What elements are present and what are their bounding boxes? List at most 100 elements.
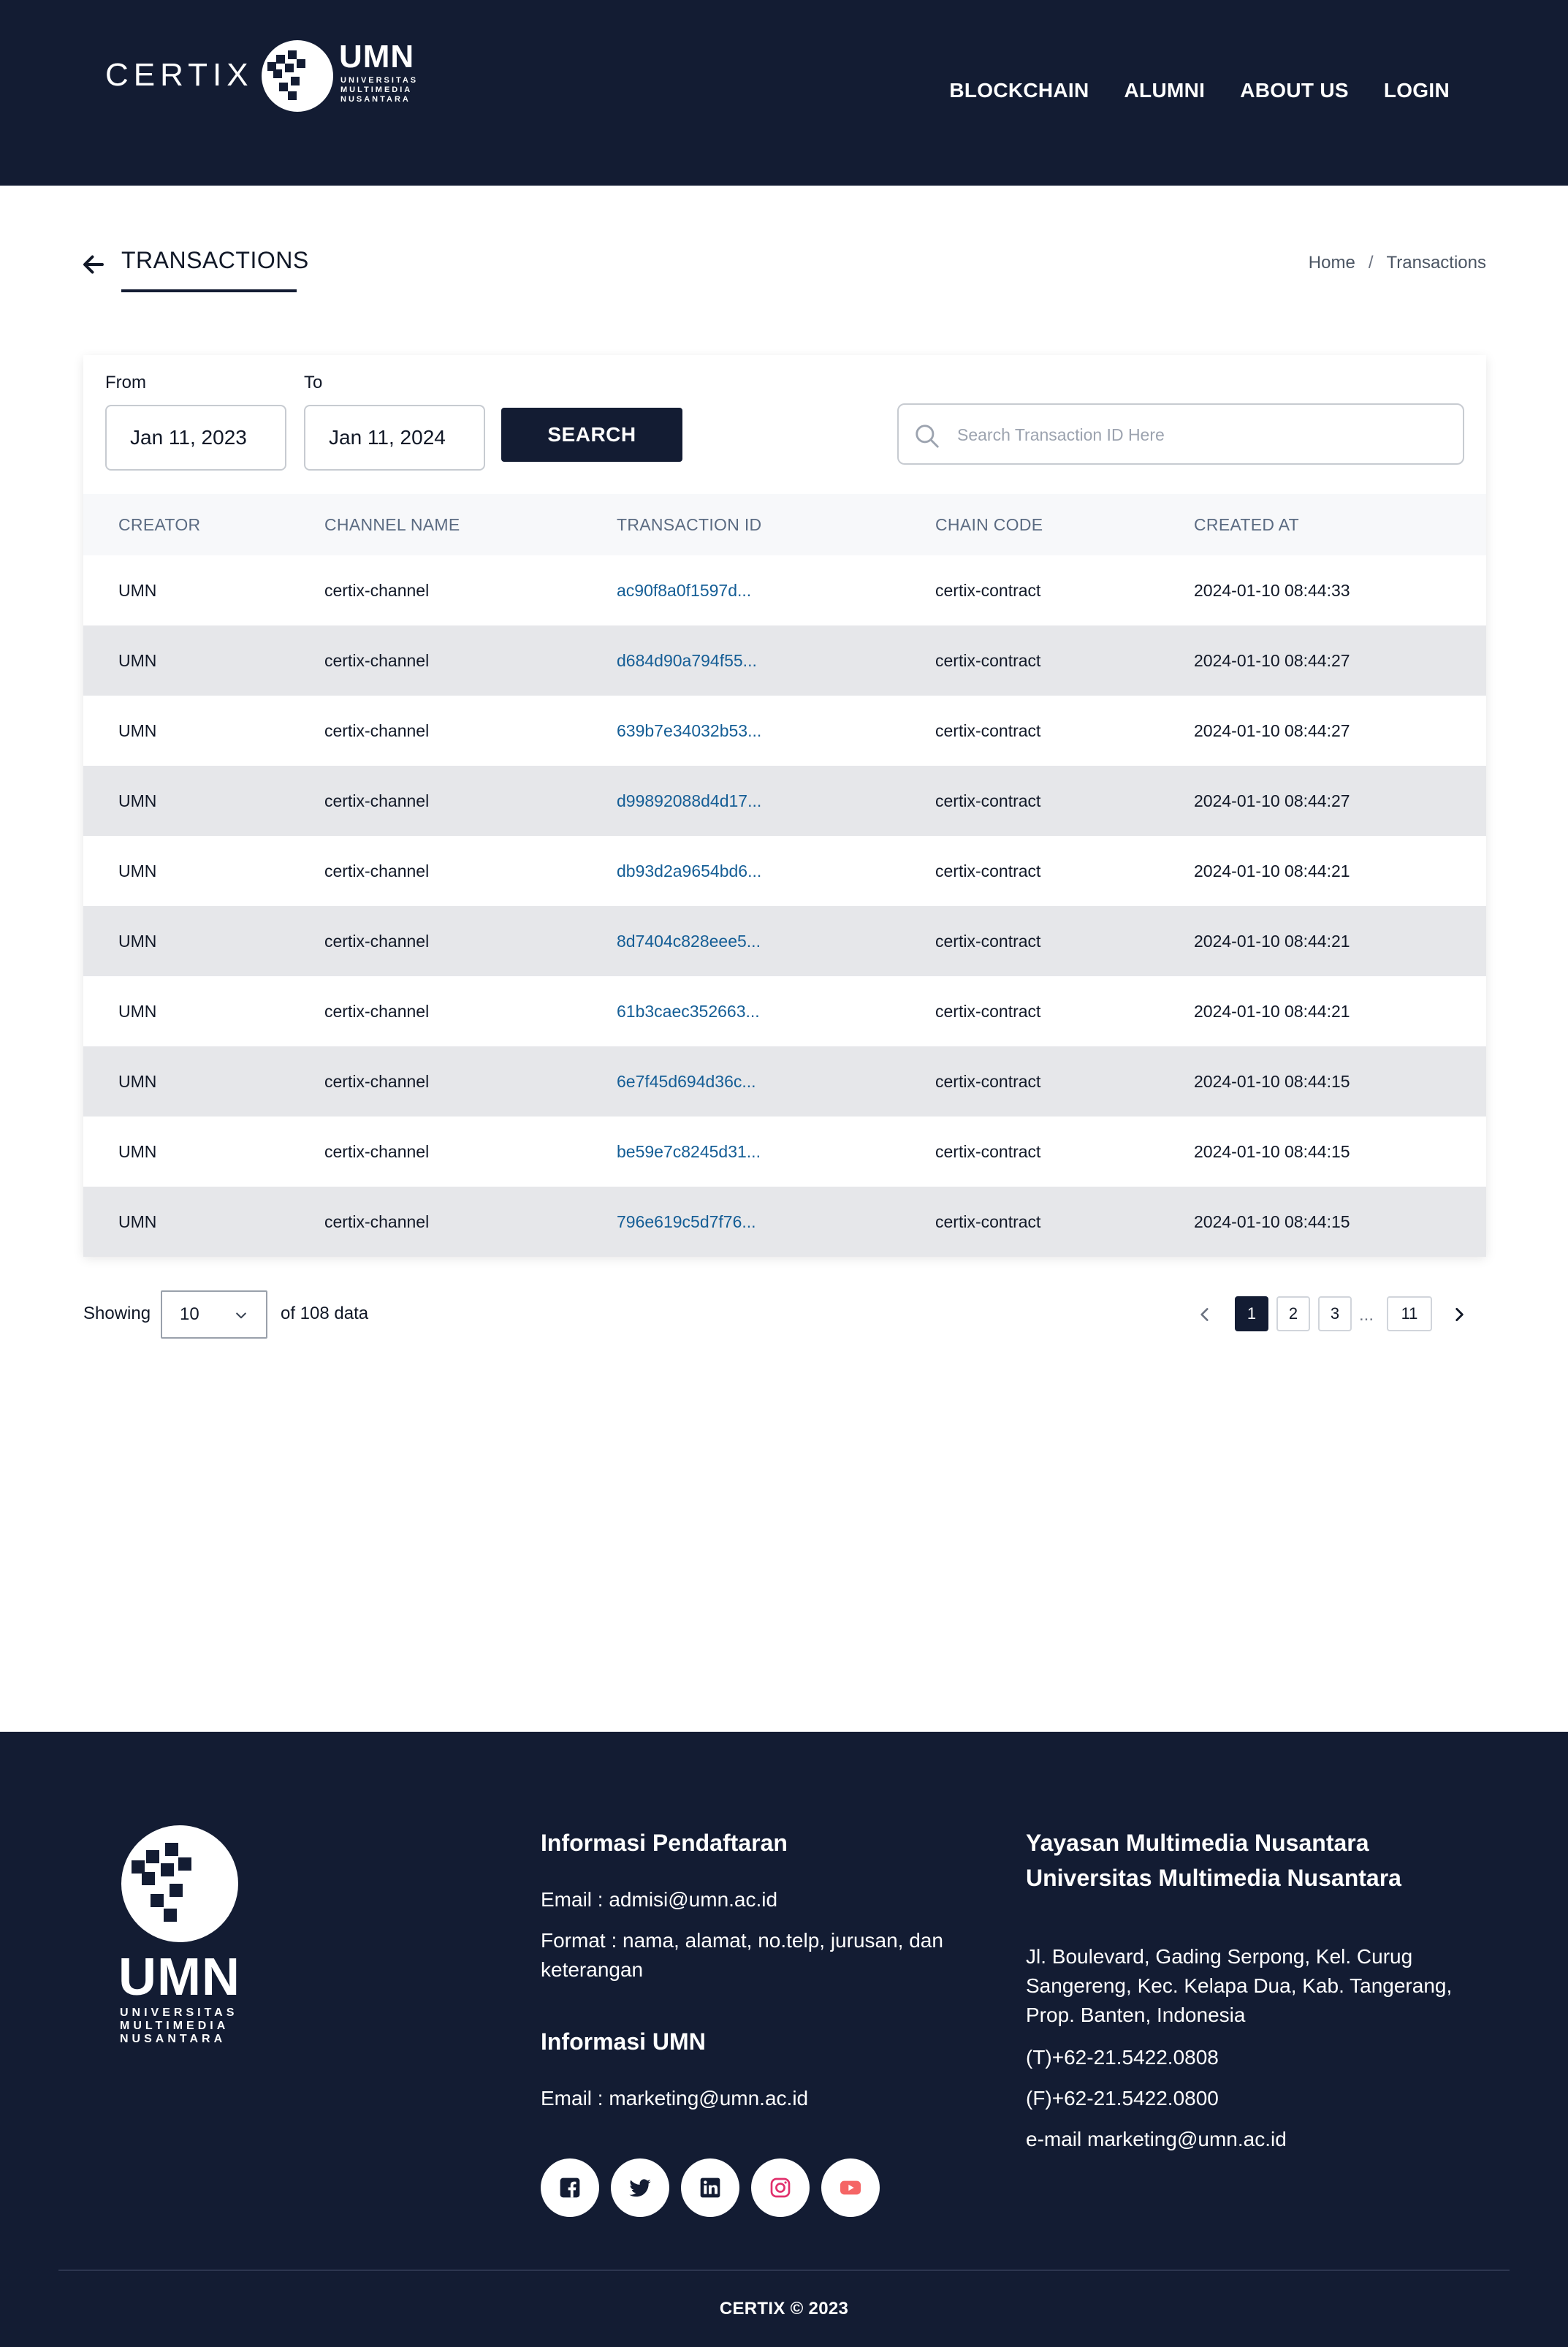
channel-name-cell: certix-channel [324,1212,430,1231]
chain-code-cell: certix-contract [935,932,1041,951]
transaction-id-link[interactable]: d684d90a794f55... [617,625,757,696]
title-underline [121,289,297,292]
channel-name-cell: certix-channel [324,1142,430,1161]
next-page-icon[interactable] [1450,1305,1469,1324]
chain-code-cell: certix-contract [935,791,1041,810]
table-row: UMN certix-channel 8d7404c828eee5... certix… [83,906,1486,976]
chain-code-cell: certix-contract [935,1212,1041,1231]
chain-code-cell: certix-contract [935,651,1041,670]
creator-cell: UMN [118,1212,157,1231]
creator-cell: UMN [118,791,157,810]
transaction-id-link[interactable]: 6e7f45d694d36c... [617,1046,756,1117]
page-button-11[interactable]: 11 [1387,1296,1432,1331]
created-at-cell: 2024-01-10 08:44:27 [1194,721,1350,740]
chain-code-cell: certix-contract [935,581,1041,600]
channel-name-cell: certix-channel [324,721,430,740]
created-at-cell: 2024-01-10 08:44:27 [1194,791,1350,810]
chain-code-cell: certix-contract [935,861,1041,880]
created-at-cell: 2024-01-10 08:44:15 [1194,1072,1350,1091]
nav-about-us[interactable]: ABOUT US [1240,79,1349,102]
to-date-input[interactable]: Jan 11, 2024 [304,405,485,471]
column-header-chain-code[interactable]: CHAIN CODE [935,494,1043,555]
creator-cell: UMN [118,861,157,880]
social-links [541,2158,880,2217]
footer-logo-word: UMN [118,1948,240,2006]
footer-umn-logo: UMN UNIVERSITAS MULTIMEDIA NUSANTARA [118,1825,243,2052]
foundation-name: Yayasan Multimedia Nusantara [1026,1830,1369,1856]
table-row: UMN certix-channel 61b3caec352663... certix… [83,976,1486,1046]
page-title: TRANSACTIONS [121,247,309,273]
breadcrumb: Home / Transactions [1309,253,1486,273]
table-row: UMN certix-channel 796e619c5d7f76... certix… [83,1187,1486,1257]
transaction-search-input[interactable] [957,418,1439,452]
transaction-id-link[interactable]: db93d2a9654bd6... [617,836,761,906]
umn-logo-subtitle: UNIVERSITAS MULTIMEDIA NUSANTARA [340,76,419,104]
creator-cell: UMN [118,932,157,951]
search-icon [916,425,939,448]
site-header: CERTIX UMN UNIVERSITAS MULTIMEDIA NUSANT… [0,0,1568,186]
column-header-creator[interactable]: CREATOR [118,494,200,555]
from-date-input[interactable]: Jan 11, 2023 [105,405,286,471]
transaction-id-link[interactable]: 8d7404c828eee5... [617,906,761,976]
column-header-channel-name[interactable]: CHANNEL NAME [324,494,460,555]
page-size-value: 10 [180,1304,199,1324]
site-footer: UMN UNIVERSITAS MULTIMEDIA NUSANTARA Inf… [0,1732,1568,2347]
facebook-icon[interactable] [541,2158,599,2217]
creator-cell: UMN [118,1072,157,1091]
chain-code-cell: certix-contract [935,1002,1041,1021]
table-row: UMN certix-channel 6e7f45d694d36c... certix… [83,1046,1486,1117]
created-at-cell: 2024-01-10 08:44:21 [1194,861,1350,880]
page-size-select[interactable]: 10 [161,1290,267,1339]
transaction-id-link[interactable]: d99892088d4d17... [617,766,761,836]
table-row: UMN certix-channel be59e7c8245d31... certix… [83,1117,1486,1187]
umn-logo[interactable]: UMN UNIVERSITAS MULTIMEDIA NUSANTARA [262,38,419,115]
page-button-1[interactable]: 1 [1235,1296,1268,1331]
creator-cell: UMN [118,581,157,600]
certix-brand[interactable]: CERTIX [105,57,254,94]
column-header-transaction-id[interactable]: TRANSACTION ID [617,494,761,555]
created-at-cell: 2024-01-10 08:44:27 [1194,651,1350,670]
breadcrumb-separator: / [1368,253,1374,273]
channel-name-cell: certix-channel [324,932,430,951]
instagram-icon[interactable] [751,2158,810,2217]
back-arrow-icon[interactable] [80,251,107,278]
table-row: UMN certix-channel 639b7e34032b53... certix… [83,696,1486,766]
umn-logo-mark [262,40,333,112]
nav-login[interactable]: LOGIN [1384,79,1450,102]
breadcrumb-home[interactable]: Home [1309,253,1355,273]
table-row: UMN certix-channel d684d90a794f55... certix… [83,625,1486,696]
nav-blockchain[interactable]: BLOCKCHAIN [949,79,1089,102]
channel-name-cell: certix-channel [324,1002,430,1021]
channel-name-cell: certix-channel [324,791,430,810]
nav-alumni[interactable]: ALUMNI [1124,79,1206,102]
youtube-icon[interactable] [821,2158,880,2217]
transaction-id-link[interactable]: ac90f8a0f1597d... [617,555,751,625]
table-header: CREATOR CHANNEL NAME TRANSACTION ID CHAI… [83,494,1486,555]
page-button-2[interactable]: 2 [1276,1296,1310,1331]
channel-name-cell: certix-channel [324,581,430,600]
contact-email[interactable]: e-mail marketing@umn.ac.id [1026,2125,1287,2154]
transaction-id-link[interactable]: 796e619c5d7f76... [617,1187,756,1257]
search-button[interactable]: SEARCH [501,408,682,462]
transaction-id-link[interactable]: 61b3caec352663... [617,976,760,1046]
previous-page-icon[interactable] [1195,1305,1214,1324]
transaction-id-link[interactable]: be59e7c8245d31... [617,1117,761,1187]
linkedin-icon[interactable] [681,2158,739,2217]
transactions-card: From To Jan 11, 2023 Jan 11, 2024 SEARCH… [83,355,1486,1257]
creator-cell: UMN [118,721,157,740]
chain-code-cell: certix-contract [935,721,1041,740]
transaction-id-link[interactable]: 639b7e34032b53... [617,696,761,766]
registration-format: Format : nama, alamat, no.telp, jurusan,… [541,1929,943,1981]
umn-info-email[interactable]: Email : marketing@umn.ac.id [541,2084,808,2113]
registration-email[interactable]: Email : admisi@umn.ac.id [541,1885,777,1914]
column-header-created-at[interactable]: CREATED AT [1194,494,1299,555]
twitter-icon[interactable] [611,2158,669,2217]
creator-cell: UMN [118,1002,157,1021]
page-button-3[interactable]: 3 [1318,1296,1352,1331]
transaction-search-box[interactable] [897,403,1464,465]
chain-code-cell: certix-contract [935,1142,1041,1161]
chevron-down-icon [236,1312,246,1319]
footer-logo-subtitle: UNIVERSITAS MULTIMEDIA NUSANTARA [120,2006,238,2045]
showing-label: Showing [83,1304,151,1323]
channel-name-cell: certix-channel [324,1072,430,1091]
